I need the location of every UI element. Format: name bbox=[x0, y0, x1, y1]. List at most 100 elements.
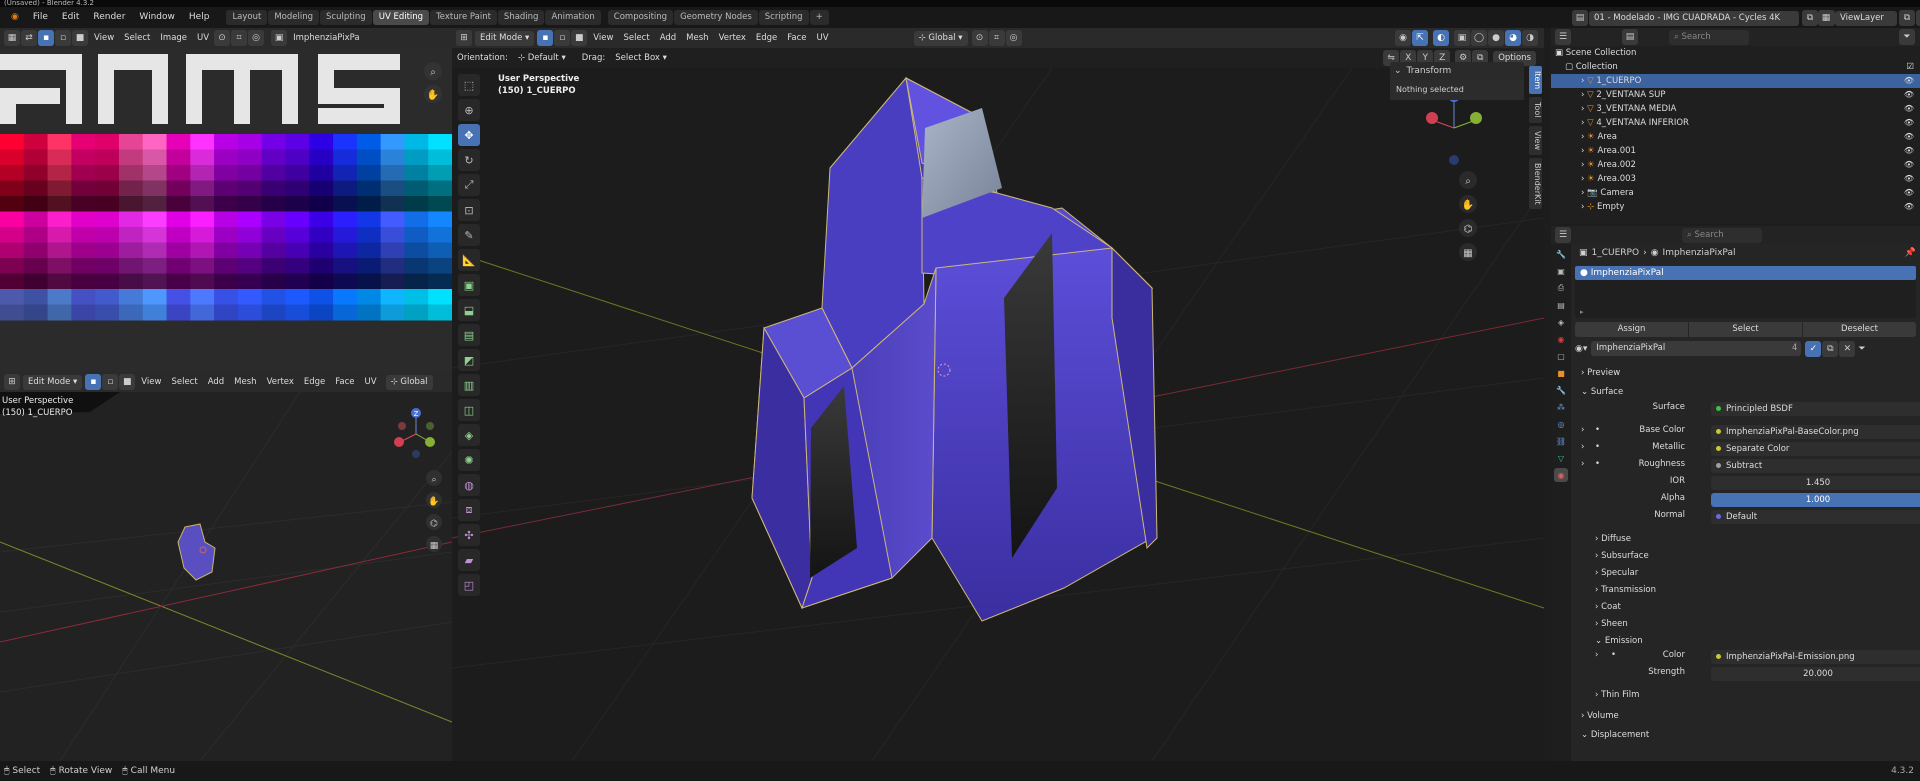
menu-render[interactable]: Render bbox=[86, 7, 132, 28]
tab-animation[interactable]: Animation bbox=[545, 10, 601, 25]
move-tool-icon[interactable]: ✥ bbox=[458, 124, 480, 146]
visibility-eye-icon[interactable]: 👁 bbox=[1904, 74, 1914, 88]
material-slot-list[interactable]: ● ImphenziaPixPal ▸ bbox=[1575, 266, 1916, 318]
annotate-tool-icon[interactable]: ✎ bbox=[458, 224, 480, 246]
proportional-edit-icon[interactable]: ◎ bbox=[1005, 30, 1022, 46]
emission-color-field[interactable]: ImphenziaPixPal-Emission.png bbox=[1711, 650, 1920, 664]
menu-view[interactable]: View bbox=[588, 28, 618, 48]
extrude-tool-icon[interactable]: ⬓ bbox=[458, 299, 480, 321]
outliner-search-input[interactable]: ⌕ Search bbox=[1669, 29, 1749, 45]
menu-select[interactable]: Select bbox=[618, 28, 654, 48]
cursor-tool-icon[interactable]: ⊕ bbox=[458, 99, 480, 121]
tab-texture-paint[interactable]: Texture Paint bbox=[430, 10, 497, 25]
menu-add[interactable]: Add bbox=[655, 28, 681, 48]
rotate-tool-icon[interactable]: ↻ bbox=[458, 149, 480, 171]
new-scene-icon[interactable]: ⧉ bbox=[1802, 10, 1818, 26]
menu-help[interactable]: Help bbox=[182, 7, 217, 28]
input-link-field[interactable]: Subtract bbox=[1711, 459, 1920, 473]
emission-subsection[interactable]: ⌄ Emission bbox=[1571, 633, 1920, 650]
assign-button[interactable]: Assign bbox=[1575, 322, 1688, 337]
editor-type-icon[interactable]: ⊞ bbox=[456, 30, 472, 46]
output-tab-icon[interactable]: ⎙ bbox=[1554, 281, 1568, 295]
smooth-tool-icon[interactable]: ◍ bbox=[458, 474, 480, 496]
uv-menu-view[interactable]: View bbox=[89, 28, 119, 48]
unlink-material-icon[interactable]: ✕ bbox=[1839, 340, 1856, 357]
visibility-eye-icon[interactable]: 👁 bbox=[1904, 186, 1914, 200]
knife-tool-icon[interactable]: ◫ bbox=[458, 399, 480, 421]
input-link-field[interactable]: Separate Color bbox=[1711, 442, 1920, 456]
gizmo-toggle-icon[interactable]: ⇱ bbox=[1412, 30, 1428, 46]
menu-vertex[interactable]: Vertex bbox=[714, 28, 751, 48]
shading-solid-icon[interactable]: ● bbox=[1488, 30, 1504, 46]
displacement-section[interactable]: ⌄ Displacement bbox=[1571, 726, 1920, 745]
secondary-3d-viewport[interactable]: ⊞ Edit Mode ▾ ▪ ▫ ■ View Select Add Mesh… bbox=[0, 372, 452, 761]
mode-dropdown[interactable]: Edit Mode ▾ bbox=[23, 374, 83, 390]
outliner-item[interactable]: › ☀ Area.001 👁 bbox=[1551, 144, 1920, 158]
expand-chevron-icon[interactable]: › bbox=[1581, 459, 1584, 469]
uv-menu-select[interactable]: Select bbox=[119, 28, 155, 48]
delete-view-layer-icon[interactable]: ✕ bbox=[1916, 10, 1920, 26]
edge-select-icon[interactable]: ▫ bbox=[554, 30, 571, 46]
visibility-eye-icon[interactable]: 👁 bbox=[1904, 158, 1914, 172]
material-browse-icon[interactable]: ◉▾ bbox=[1575, 344, 1587, 354]
menu-mesh[interactable]: Mesh bbox=[229, 372, 261, 392]
n-tab-tool[interactable]: Tool bbox=[1529, 97, 1542, 123]
menu-uv[interactable]: UV bbox=[812, 28, 834, 48]
scene-collection-row[interactable]: ▣ Scene Collection bbox=[1551, 46, 1920, 60]
shading-wireframe-icon[interactable]: ◯ bbox=[1471, 30, 1487, 46]
editor-type-icon[interactable]: ▦ bbox=[4, 30, 20, 46]
menu-face[interactable]: Face bbox=[782, 28, 811, 48]
tab-compositing[interactable]: Compositing bbox=[607, 10, 674, 25]
properties-search-input[interactable]: ⌕ Search bbox=[1682, 227, 1762, 243]
volume-section[interactable]: › Volume bbox=[1571, 707, 1920, 726]
keyframe-dot-icon[interactable]: • bbox=[1595, 459, 1600, 469]
orientation-dropdown[interactable]: ⊹ Global bbox=[385, 374, 433, 390]
add-workspace-button[interactable]: + bbox=[809, 10, 829, 25]
scene-selector[interactable]: ▤ 01 - Modelado - IMG CUADRADA - Cycles … bbox=[1572, 10, 1836, 26]
editor-type-icon[interactable]: ☰ bbox=[1555, 227, 1571, 243]
outliner-item[interactable]: › ☀ Area.003 👁 bbox=[1551, 172, 1920, 186]
visibility-icon[interactable]: ◉ bbox=[1395, 30, 1411, 46]
bsdf-subsection[interactable]: › Coat bbox=[1571, 599, 1920, 616]
visibility-eye-icon[interactable]: 👁 bbox=[1904, 116, 1914, 130]
strength-field[interactable]: 20.000 bbox=[1711, 667, 1920, 681]
duplicate-material-icon[interactable]: ⧉ bbox=[1822, 340, 1839, 357]
visibility-eye-icon[interactable]: 👁 bbox=[1904, 102, 1914, 116]
view-layer-selector[interactable]: ▦ ViewLayer ⧉ ✕ bbox=[1818, 10, 1920, 26]
tab-modeling[interactable]: Modeling bbox=[268, 10, 320, 25]
tab-scripting[interactable]: Scripting bbox=[758, 10, 809, 25]
menu-uv[interactable]: UV bbox=[360, 372, 382, 392]
vertex-select-icon[interactable]: ▪ bbox=[85, 374, 102, 390]
visibility-eye-icon[interactable]: 👁 bbox=[1904, 144, 1914, 158]
world-tab-icon[interactable]: ◉ bbox=[1554, 332, 1568, 346]
collection-row[interactable]: ▢ Collection ☑ bbox=[1551, 60, 1920, 74]
uv-face-mode-icon[interactable]: ■ bbox=[72, 30, 88, 46]
outliner-item[interactable]: › ▽ 4_VENTANA INFERIOR 👁 bbox=[1551, 116, 1920, 130]
orientation-dropdown[interactable]: ⊹ Default ▾ bbox=[513, 48, 571, 68]
uv-sync-icon[interactable]: ⇄ bbox=[21, 30, 37, 46]
image-browse-icon[interactable]: ▣ bbox=[271, 30, 288, 46]
edge-slide-tool-icon[interactable]: ⧈ bbox=[458, 499, 480, 521]
vertex-select-icon[interactable]: ▪ bbox=[537, 30, 554, 46]
snap-icon[interactable]: ⌗ bbox=[988, 30, 1005, 46]
constraints-tab-icon[interactable]: ⛓ bbox=[1554, 434, 1568, 448]
outliner-item[interactable]: › ☀ Area 👁 bbox=[1551, 130, 1920, 144]
properties-editor[interactable]: ☰ ⌕ Search 🔧 ▣ ⎙ ▤ ◈ ◉ ▢ ■ 🔧 ⁂ ◎ ⛓ ▽ ◉ ▣… bbox=[1551, 226, 1920, 761]
resize-grip-icon[interactable]: ▸ bbox=[1580, 308, 1584, 316]
modifier-tab-icon[interactable]: 🔧 bbox=[1554, 383, 1568, 397]
n-tab-item[interactable]: Item bbox=[1529, 66, 1542, 95]
mode-dropdown[interactable]: Edit Mode ▾ bbox=[475, 30, 535, 46]
particles-tab-icon[interactable]: ⁂ bbox=[1554, 400, 1568, 414]
tab-geometry-nodes[interactable]: Geometry Nodes bbox=[674, 10, 758, 25]
scene-name-field[interactable]: 01 - Modelado - IMG CUADRADA - Cycles 4K bbox=[1589, 10, 1799, 26]
surface-shader-field[interactable]: Principled BSDF bbox=[1711, 402, 1920, 416]
rip-tool-icon[interactable]: ◰ bbox=[458, 574, 480, 596]
tool-tab-icon[interactable]: 🔧 bbox=[1554, 247, 1568, 261]
uv-image-canvas[interactable]: ⌕ ✋ bbox=[0, 48, 452, 372]
transform-orientation-dropdown[interactable]: ⊹ Global ▾ bbox=[913, 30, 968, 46]
node-filter-icon[interactable]: ⏷ bbox=[1858, 344, 1865, 354]
bsdf-subsection[interactable]: › Transmission bbox=[1571, 582, 1920, 599]
pivot-icon[interactable]: ⊙ bbox=[214, 30, 231, 46]
add-cube-tool-icon[interactable]: ▣ bbox=[458, 274, 480, 296]
viewport-canvas[interactable]: ⌕ ✋ ⌬ ▦ bbox=[452, 68, 1544, 761]
